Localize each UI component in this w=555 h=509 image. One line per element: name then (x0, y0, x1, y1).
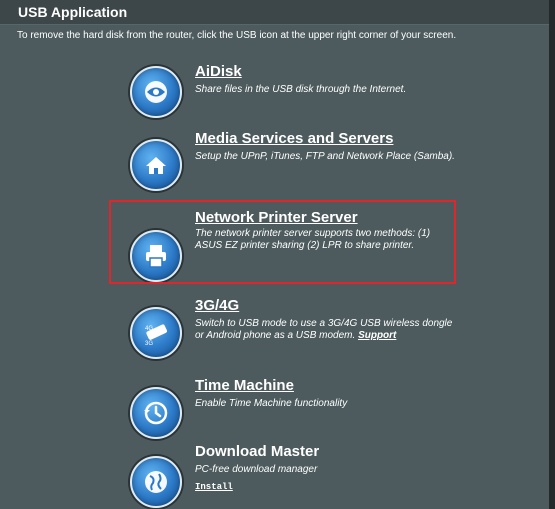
download-master-icon[interactable] (130, 456, 182, 508)
media-services-description: Setup the UPnP, iTunes, FTP and Network … (195, 151, 455, 162)
3g4g-description: Switch to USB mode to use a 3G/4G USB wi… (195, 318, 455, 342)
svg-text:3G: 3G (145, 341, 153, 347)
download-master-description: PC-free download manager (195, 464, 318, 475)
time-machine-icon[interactable] (130, 387, 182, 439)
page-instructions: To remove the hard disk from the router,… (0, 24, 549, 47)
install-link[interactable]: Install (195, 482, 233, 492)
usb-application-panel: USB Application To remove the hard disk … (0, 0, 555, 509)
support-link[interactable]: Support (358, 330, 396, 341)
aidisk-icon[interactable] (130, 66, 182, 118)
usb-modem-icon[interactable]: 4G 3G (130, 307, 182, 359)
time-machine-description: Enable Time Machine functionality (195, 398, 348, 409)
media-server-icon[interactable] (130, 139, 182, 191)
page-title: USB Application (0, 0, 549, 24)
3g4g-link[interactable]: 3G/4G (195, 297, 239, 314)
svg-text:4G: 4G (145, 326, 153, 332)
media-services-link[interactable]: Media Services and Servers (195, 130, 393, 147)
time-machine-link[interactable]: Time Machine (195, 377, 294, 394)
download-master-link[interactable]: Download Master (195, 443, 319, 460)
aidisk-description: Share files in the USB disk through the … (195, 84, 407, 95)
3g4g-description-text: Switch to USB mode to use a 3G/4G USB wi… (195, 318, 453, 341)
highlight-box (109, 200, 456, 284)
aidisk-link[interactable]: AiDisk (195, 63, 242, 80)
